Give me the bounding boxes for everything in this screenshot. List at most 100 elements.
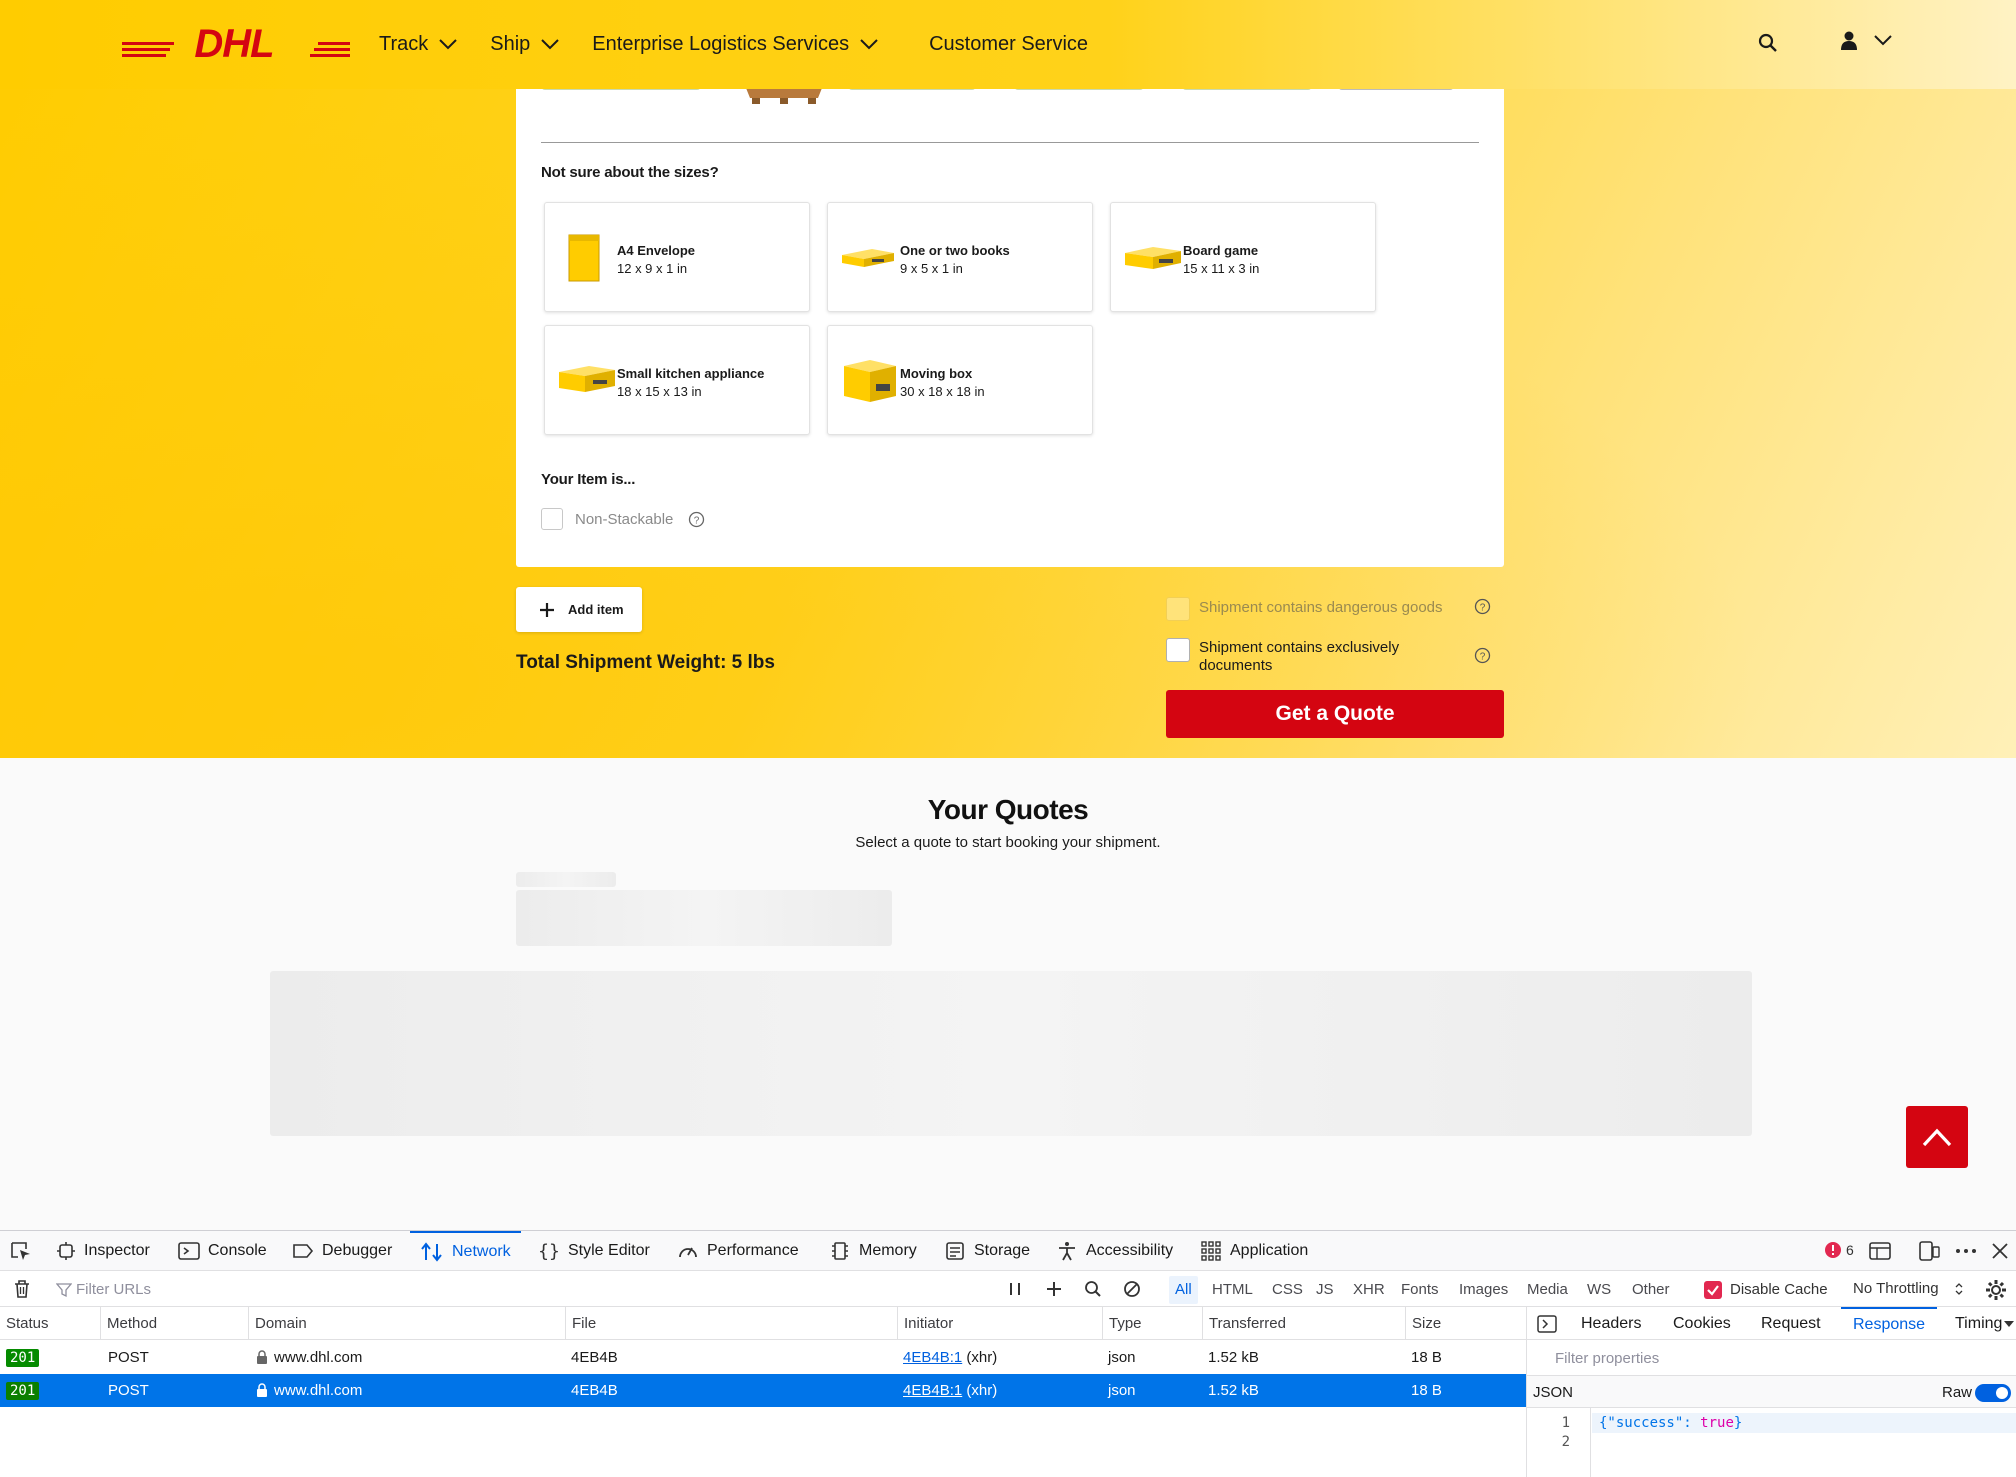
size-tile-kitchen-appliance[interactable]: Small kitchen appliance 18 x 15 x 13 in — [544, 325, 810, 435]
details-tab-timings[interactable]: Timings — [1955, 1307, 2003, 1340]
initiator-link[interactable]: 4EB4B:1 — [903, 1382, 962, 1399]
svg-text:{}: {} — [538, 1241, 560, 1261]
code-line[interactable]: {"success": true} — [1599, 1414, 1742, 1433]
domain-cell: www.dhl.com — [256, 1374, 362, 1407]
tab-console[interactable]: Console — [178, 1231, 267, 1271]
lock-icon — [257, 1383, 267, 1397]
column-header-domain[interactable]: Domain — [248, 1307, 307, 1340]
size-tile-books[interactable]: One or two books 9 x 5 x 1 in — [827, 202, 1093, 312]
search-icon[interactable] — [1084, 1280, 1102, 1298]
details-tab-cookies[interactable]: Cookies — [1673, 1307, 1731, 1340]
dangerous-goods-label: Shipment contains dangerous goods — [1199, 599, 1443, 616]
details-tab-headers[interactable]: Headers — [1581, 1307, 1641, 1340]
type-filter-css[interactable]: CSS — [1272, 1281, 1303, 1298]
close-icon[interactable] — [1991, 1241, 2009, 1261]
nav-customer-service[interactable]: Customer Service — [929, 30, 1088, 58]
gear-icon[interactable] — [1985, 1279, 2007, 1301]
scroll-to-top-button[interactable] — [1906, 1106, 1968, 1168]
nav-enterprise-label: Enterprise Logistics Services — [592, 32, 850, 55]
type-filter-js[interactable]: JS — [1316, 1281, 1334, 1298]
dock-icon[interactable] — [1869, 1241, 1891, 1261]
toggle-sidebar-icon[interactable] — [1537, 1315, 1557, 1333]
tab-style-editor[interactable]: {} Style Editor — [538, 1231, 650, 1271]
error-icon[interactable] — [1824, 1241, 1842, 1259]
transferred-cell: 1.52 kB — [1208, 1349, 1259, 1366]
plus-icon[interactable] — [1045, 1280, 1063, 1298]
element-picker-icon[interactable] — [10, 1241, 32, 1261]
tab-accessibility[interactable]: Accessibility — [1056, 1231, 1173, 1271]
search-icon[interactable] — [1757, 32, 1779, 54]
filter-urls-input[interactable] — [56, 1278, 656, 1300]
type-filter-other[interactable]: Other — [1632, 1281, 1670, 1298]
raw-toggle[interactable] — [1975, 1384, 2011, 1402]
table-row-selected[interactable]: 201 POST www.dhl.com 4EB4B 4EB4B:1 (xhr)… — [0, 1374, 1526, 1407]
tab-performance[interactable]: Performance — [677, 1231, 799, 1271]
column-header-transferred[interactable]: Transferred — [1202, 1307, 1286, 1340]
transferred-cell: 1.52 kB — [1208, 1382, 1259, 1399]
help-icon[interactable]: ? — [1474, 598, 1491, 615]
type-filter-media[interactable]: Media — [1527, 1281, 1568, 1298]
type-filter-images[interactable]: Images — [1459, 1281, 1508, 1298]
tab-network[interactable]: Network — [410, 1231, 521, 1271]
type-filter-ws[interactable]: WS — [1587, 1281, 1611, 1298]
responsive-design-icon[interactable] — [1918, 1241, 1940, 1261]
throttling-select[interactable]: No Throttling — [1853, 1280, 1939, 1297]
tab-label: Performance — [707, 1242, 799, 1259]
details-tab-request[interactable]: Request — [1761, 1307, 1821, 1340]
tab-memory[interactable]: Memory — [829, 1231, 917, 1271]
tab-storage[interactable]: Storage — [944, 1231, 1030, 1271]
tab-debugger[interactable]: Debugger — [292, 1231, 392, 1271]
type-filter-xhr[interactable]: XHR — [1353, 1281, 1385, 1298]
tab-inspector[interactable]: Inspector — [56, 1231, 150, 1271]
column-header-status[interactable]: Status — [0, 1307, 49, 1340]
help-icon[interactable]: ? — [688, 511, 705, 528]
type-filter-fonts[interactable]: Fonts — [1401, 1281, 1439, 1298]
trash-icon[interactable] — [12, 1279, 32, 1299]
console-icon — [178, 1242, 200, 1260]
line-number: 2 — [1561, 1434, 1570, 1450]
tab-label: Inspector — [84, 1242, 150, 1259]
disable-cache-checkbox[interactable] — [1704, 1281, 1722, 1299]
size-cell: 18 B — [1411, 1382, 1442, 1399]
size-tile-moving-box[interactable]: Moving box 30 x 18 x 18 in — [827, 325, 1093, 435]
size-tile-name: Board game — [1183, 243, 1259, 258]
initiator-link[interactable]: 4EB4B:1 — [903, 1349, 962, 1366]
column-header-file[interactable]: File — [565, 1307, 596, 1340]
non-stackable-checkbox[interactable] — [541, 508, 563, 530]
loading-skeleton — [516, 872, 616, 887]
chevron-down-icon[interactable] — [1873, 34, 1893, 46]
storage-icon — [946, 1242, 964, 1260]
block-icon[interactable] — [1123, 1280, 1141, 1298]
pause-icon[interactable] — [1008, 1281, 1022, 1297]
documents-only-checkbox[interactable] — [1166, 638, 1190, 662]
size-tile-dims: 30 x 18 x 18 in — [900, 384, 985, 399]
line-numbers: 1 2 — [1527, 1408, 1591, 1477]
type-filter-all[interactable]: All — [1169, 1276, 1198, 1304]
column-header-size[interactable]: Size — [1405, 1307, 1441, 1340]
grid-icon — [1201, 1241, 1221, 1261]
size-tile-board-game[interactable]: Board game 15 x 11 x 3 in — [1110, 202, 1376, 312]
nav-track[interactable]: Track — [379, 30, 458, 58]
table-row[interactable]: 201 POST www.dhl.com 4EB4B 4EB4B:1 (xhr)… — [0, 1341, 1526, 1374]
tab-application[interactable]: Application — [1200, 1231, 1308, 1271]
details-tab-response[interactable]: Response — [1841, 1307, 1938, 1340]
more-options-icon[interactable] — [1954, 1241, 1978, 1261]
dhl-logo[interactable]: DHL — [122, 26, 350, 62]
column-header-type[interactable]: Type — [1102, 1307, 1142, 1340]
size-tile-dims: 18 x 15 x 13 in — [617, 384, 702, 399]
type-cell: json — [1108, 1349, 1136, 1366]
column-header-method[interactable]: Method — [100, 1307, 157, 1340]
filter-properties-input[interactable] — [1535, 1347, 2005, 1369]
nav-enterprise-logistics[interactable]: Enterprise Logistics Services — [592, 30, 879, 58]
chevron-down-icon[interactable] — [2004, 1321, 2014, 1327]
get-quote-button[interactable]: Get a Quote — [1166, 690, 1504, 738]
add-item-button[interactable]: Add item — [516, 587, 642, 632]
dangerous-goods-checkbox[interactable] — [1166, 597, 1190, 621]
size-tile-a4-envelope[interactable]: A4 Envelope 12 x 9 x 1 in — [544, 202, 810, 312]
type-filter-html[interactable]: HTML — [1212, 1281, 1253, 1298]
file-cell: 4EB4B — [571, 1382, 618, 1399]
user-icon[interactable] — [1838, 30, 1860, 52]
help-icon[interactable]: ? — [1474, 647, 1491, 664]
column-header-initiator[interactable]: Initiator — [897, 1307, 953, 1340]
nav-ship[interactable]: Ship — [490, 30, 560, 58]
